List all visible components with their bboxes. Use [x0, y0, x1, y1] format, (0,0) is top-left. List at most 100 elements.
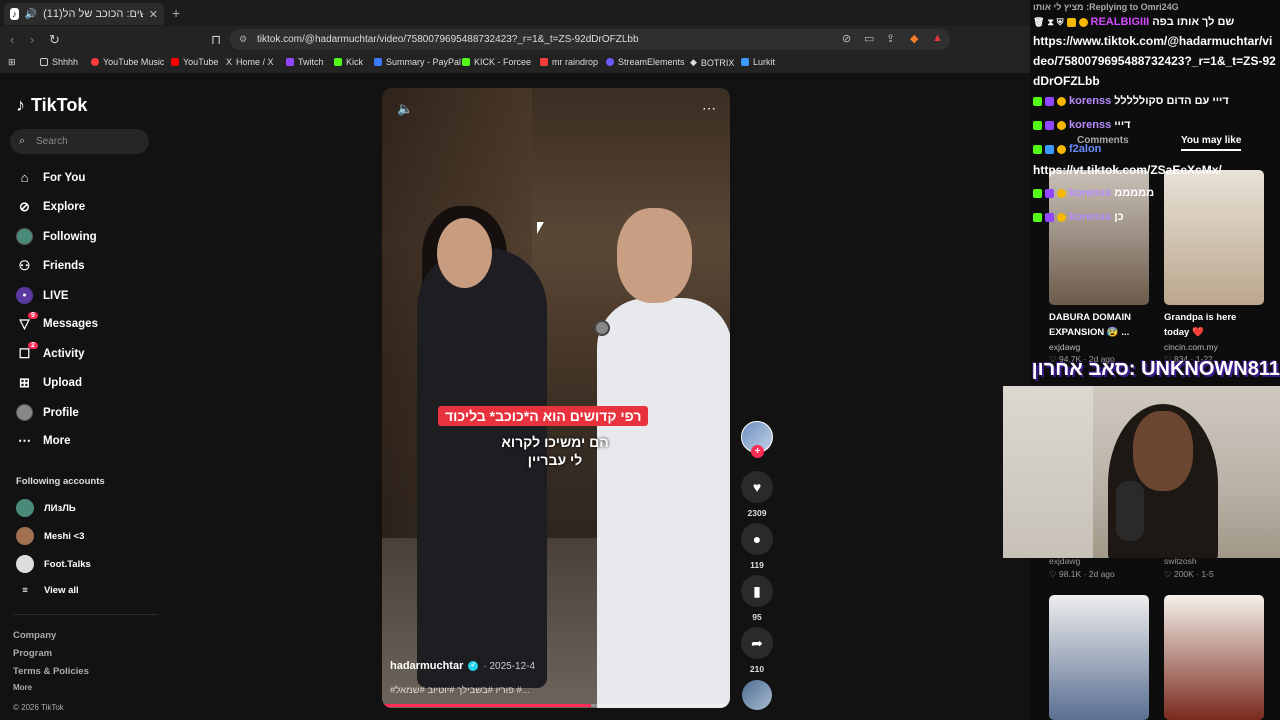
recommended-video-card[interactable]: [1164, 595, 1264, 720]
bookmark-label: YouTube Music: [103, 57, 165, 67]
author-name[interactable]: hadarmuchtar: [390, 660, 463, 672]
audio-icon[interactable]: 🔊: [25, 9, 37, 20]
view-all-link[interactable]: ≡ View all: [16, 585, 79, 596]
forward-icon[interactable]: ›: [30, 32, 34, 47]
chat-message: korenss דייי: [1033, 119, 1131, 131]
nav-messages[interactable]: ▽ 9 Messages: [16, 312, 98, 332]
nav-activity[interactable]: ☐ 2 Activity: [16, 342, 85, 362]
new-tab-button[interactable]: +: [172, 5, 180, 21]
paypal-icon: [374, 58, 382, 66]
search-input[interactable]: ⌕ Search: [10, 129, 149, 154]
chat-text: דייי: [1114, 119, 1131, 131]
browser-tab[interactable]: ♪ 🔊 (11)רפי קדושים: הכוכב של הל ✕: [4, 3, 164, 25]
card-creator: cincin.com.my: [1164, 342, 1218, 352]
chat-link[interactable]: https://vt.tiktok.com/ZSaEeXcMx/: [1033, 160, 1222, 180]
recommended-video-card[interactable]: [1049, 595, 1149, 720]
badge-icon: [1066, 17, 1076, 27]
address-bar-row: ‹ › ↻ ⊓ ⚙ tiktok.com/@hadarmuchtar/video…: [0, 26, 1030, 53]
bookmark-item[interactable]: ◆ BOTRIX: [690, 57, 734, 68]
badge-icon: [1045, 188, 1054, 198]
brave-shield-icon[interactable]: ◆: [910, 32, 918, 45]
mouse-cursor: [537, 222, 544, 234]
nav-upload[interactable]: ⊞ Upload: [16, 375, 82, 391]
caption-line: הם ימשיכו לקרוא: [501, 434, 609, 450]
extension-icon[interactable]: ⊘: [842, 32, 851, 45]
bookmark-item[interactable]: Kick: [334, 57, 363, 67]
footer-program[interactable]: Program: [13, 648, 52, 659]
save-count: 95: [752, 612, 762, 622]
tiktok-favicon: ♪: [10, 8, 19, 20]
tab-you-may-like[interactable]: You may like: [1181, 135, 1242, 151]
more-options-icon[interactable]: ⋯: [702, 100, 716, 117]
site-info-icon[interactable]: ⚙: [239, 29, 247, 50]
footer-company[interactable]: Company: [13, 630, 56, 641]
card-meta: ♡ 200K · 1-5: [1164, 569, 1214, 579]
bookmark-icon[interactable]: ⊓: [211, 32, 221, 48]
comment-icon: ●: [741, 523, 773, 555]
video-player[interactable]: 🔈 ⋯ רפי קדושים הוא ה*כוכב* בליכוד הם ימש…: [382, 88, 730, 708]
bookmark-item[interactable]: X Home / X: [226, 57, 274, 67]
following-account[interactable]: Meshi <3: [16, 527, 84, 545]
reply-context: Replying to Omri24G: מציץ לי אותו: [1033, 2, 1179, 12]
bookmark-item[interactable]: Summary - PayPal: [374, 57, 461, 67]
nav-for-you[interactable]: ⌂ For You: [16, 170, 86, 185]
video-thumbnail: [1049, 595, 1149, 720]
share-button[interactable]: ➦ 210: [741, 627, 773, 674]
bookmark-item[interactable]: Shhhh: [40, 57, 78, 67]
progress-fill: [382, 704, 591, 707]
video-progress-bar[interactable]: [382, 704, 730, 707]
badge-icon: [1078, 17, 1088, 27]
chat-username: korenss: [1069, 187, 1112, 199]
footer-terms[interactable]: Terms & Policies: [13, 666, 89, 677]
nav-live[interactable]: ● LIVE: [16, 287, 69, 304]
messages-badge: 9: [28, 312, 38, 319]
apps-icon[interactable]: ⊞: [8, 57, 16, 68]
twitch-icon: [286, 58, 294, 66]
bookmark-item[interactable]: Lurkit: [741, 57, 775, 67]
recommended-video-card[interactable]: Grandpa is here today ❤️ cincin.com.my ♡…: [1164, 170, 1264, 365]
following-account[interactable]: Foot.Talks: [16, 555, 91, 573]
volume-icon[interactable]: 🔈: [397, 101, 413, 117]
chat-message: f2alon: [1033, 143, 1101, 155]
video-hashtags[interactable]: #פוריו #בשבילך #יוטיוב #שמאל #...: [390, 685, 530, 696]
nav-profile[interactable]: Profile: [16, 404, 79, 421]
bookmark-label: BOTRIX: [700, 57, 735, 68]
follow-plus-icon[interactable]: +: [751, 445, 764, 458]
card-title: DABURA DOMAIN EXPANSION 😰 ...: [1049, 312, 1131, 338]
reload-icon[interactable]: ↻: [49, 32, 60, 48]
brave-rewards-icon[interactable]: ▲: [932, 32, 943, 44]
nav-more[interactable]: ⋯ More: [16, 433, 70, 449]
badge-icon: [1057, 120, 1066, 130]
like-button[interactable]: ♥ 2309: [741, 471, 773, 518]
list-icon: ≡: [22, 585, 28, 596]
profile-avatar: [16, 404, 33, 421]
sound-disc-avatar[interactable]: [742, 680, 772, 710]
cast-icon[interactable]: ▭: [864, 32, 874, 45]
following-account[interactable]: ЛИзЛЬ: [16, 499, 76, 517]
recommended-video-card[interactable]: DABURA DOMAIN EXPANSION 😰 ... exjdawg ♡ …: [1049, 170, 1149, 365]
nav-explore[interactable]: ⊘ Explore: [16, 199, 85, 215]
chat-link[interactable]: https://www.tiktok.com/@hadarmuchtar/vid…: [1033, 31, 1278, 91]
tiktok-logo[interactable]: ♪ TikTok: [16, 95, 87, 116]
tiktok-note-icon: ♪: [16, 95, 25, 115]
share-icon[interactable]: ⇪: [886, 32, 895, 45]
back-icon[interactable]: ‹: [10, 32, 14, 47]
nav-following[interactable]: Following: [16, 228, 97, 245]
bookmark-label: mr raindrop: [552, 57, 599, 67]
streamelements-icon: [606, 58, 614, 66]
video-author[interactable]: hadarmuchtar ✓ · 2025-12-4: [390, 660, 535, 672]
messages-icon: ▽ 9: [16, 312, 38, 332]
comment-button[interactable]: ● 119: [741, 523, 773, 570]
bookmark-item[interactable]: mr raindrop: [540, 57, 598, 67]
view-all-label: View all: [44, 585, 79, 596]
footer-more[interactable]: More: [13, 683, 32, 692]
bookmark-item[interactable]: StreamElements: [606, 57, 685, 67]
bookmark-item[interactable]: YouTube Music: [91, 57, 164, 67]
save-button[interactable]: ▮ 95: [741, 575, 773, 622]
bookmark-item[interactable]: Twitch: [286, 57, 324, 67]
nav-friends[interactable]: ⚇ Friends: [16, 258, 85, 274]
close-tab-icon[interactable]: ✕: [149, 8, 158, 21]
video-figure: [617, 208, 692, 303]
bookmark-item[interactable]: KICK - Forcee: [462, 57, 531, 67]
bookmark-item[interactable]: YouTube: [171, 57, 218, 67]
